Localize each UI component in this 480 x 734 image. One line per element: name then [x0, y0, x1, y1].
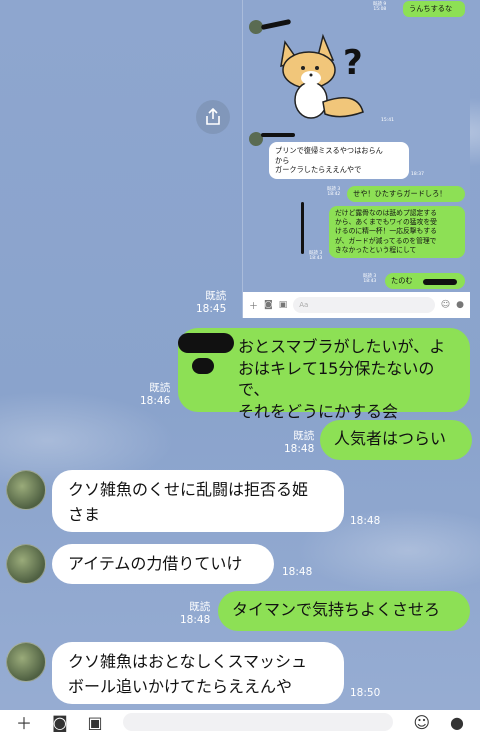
message-bubble-received: クソ雑魚はおとなしくスマッシュ ボール追いかけてたらええんや [52, 642, 344, 704]
share-button[interactable] [196, 100, 230, 134]
mic-icon[interactable]: ● [450, 713, 464, 732]
embedded-read-3: 既読 3 18:43 [363, 274, 377, 285]
image-icon: ▣ [278, 300, 288, 310]
embedded-white-time: 18:37 [411, 172, 424, 177]
scribble-redaction [192, 358, 214, 374]
message-meta: 既読 18:48 [180, 601, 211, 627]
scribble-redaction [178, 333, 234, 353]
message-bubble-received: アイテムの力借りていけ [52, 544, 274, 584]
embedded-white-bubble: プリンで復帰ミスるやつはおらん から ガークラしたらええんやで [269, 142, 409, 180]
message-bubble-sent: 人気者はつらい [320, 420, 472, 460]
message-bubble-received: クソ雑魚のくせに乱闘は拒否る姫 さま [52, 470, 344, 532]
embedded-read-1: 既読 3 18:42 [327, 187, 341, 198]
message-meta: 既読 18:46 [140, 382, 171, 408]
avatar[interactable] [6, 470, 46, 510]
message-time: 18:48 [282, 566, 313, 578]
embedded-screenshot: 既読 9 15:08 うんちするな ? 15:41 プリンで復帰ミスるやつはおらん… [242, 0, 470, 318]
image-icon[interactable]: ▣ [88, 713, 103, 732]
plus-icon: ＋ [249, 301, 259, 312]
emoji-icon: ☺ [440, 300, 451, 310]
plus-icon[interactable]: ＋ [16, 710, 32, 734]
message-time: 18:50 [350, 687, 381, 699]
scribble-redaction [301, 202, 304, 254]
avatar[interactable] [6, 642, 46, 682]
input-bar: ＋ ◙ ▣ ☺ ● [0, 710, 480, 734]
question-icon: ? [343, 43, 363, 82]
scribble-redaction [260, 18, 292, 31]
embedded-input-field: Aa [293, 297, 435, 313]
scribble-redaction [261, 133, 295, 137]
embedded-bubble-2: だけど露骨なのは舐めプ認定する から、あくまでもワイの猛攻を受 けるのに精一杯！… [329, 206, 465, 258]
share-icon [206, 108, 220, 125]
embedded-bubble-top: うんちするな [403, 1, 465, 17]
mic-icon: ● [456, 300, 464, 310]
embedded-read-top: 既読 9 15:08 [373, 2, 387, 13]
emoji-icon[interactable]: ☺ [413, 713, 430, 732]
message-input[interactable] [122, 713, 394, 731]
camera-icon[interactable]: ◙ [52, 713, 68, 732]
embedded-input-bar: ＋ ◙ ▣ Aa ☺ ● [243, 292, 470, 318]
message-bubble-sent: タイマンで気持ちよくさせろ [218, 591, 470, 631]
embedded-read-2: 既読 3 18:43 [309, 251, 323, 262]
scribble-redaction [423, 279, 457, 285]
avatar[interactable] [6, 544, 46, 584]
embedded-bubble-1: せや！ひたすらガードしろ！ [347, 186, 465, 202]
camera-icon: ◙ [264, 300, 273, 310]
embedded-sticker-time: 15:41 [381, 118, 394, 123]
svg-text:?: ? [343, 43, 363, 82]
message-meta: 既読 18:48 [284, 430, 315, 456]
message-time: 18:48 [350, 515, 381, 527]
message-meta: 既読 18:45 [196, 290, 227, 316]
